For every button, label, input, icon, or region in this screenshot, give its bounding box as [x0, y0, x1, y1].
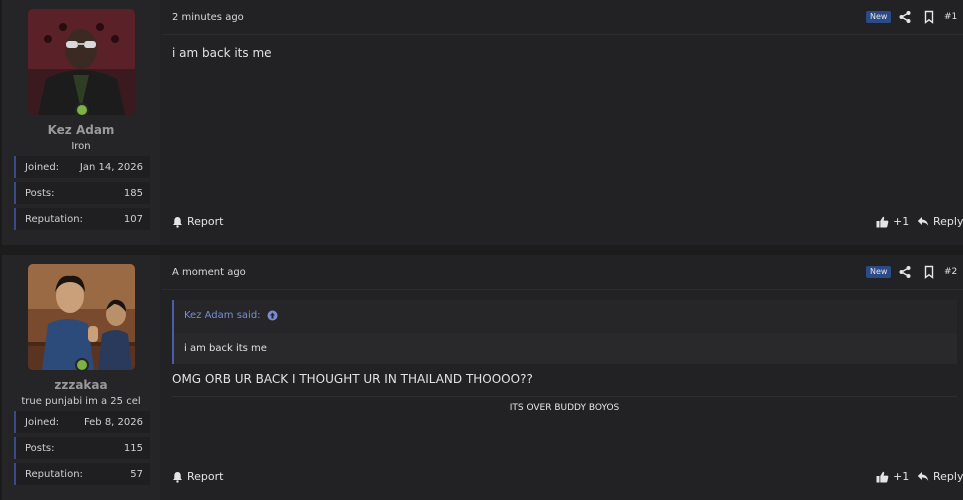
user-title: true punjabi im a 25 cel	[21, 396, 141, 407]
reply-icon	[917, 472, 929, 481]
post-body: OMG ORB UR BACK I THOUGHT UR IN THAILAND…	[172, 372, 533, 386]
arrow-up-circle-icon[interactable]	[267, 310, 278, 321]
centered-text: ITS OVER BUDDY BOYOS	[509, 403, 620, 413]
quote-body: i am back its me	[174, 333, 957, 364]
post-number[interactable]: #2	[944, 267, 957, 277]
stat-joined: Joined: Jan 14, 2026	[14, 156, 150, 178]
quote-text: i am back its me	[184, 343, 267, 354]
bookmark-icon[interactable]	[922, 10, 936, 24]
stat-label: Joined:	[25, 161, 60, 173]
like-count: +1	[893, 215, 910, 228]
stat-value: 185	[123, 187, 143, 199]
post-time[interactable]: A moment ago	[172, 267, 246, 278]
stat-reputation: Reputation: 107	[14, 208, 150, 230]
user-info: Kez Adam Iron Joined: Jan 14, 2026 Posts…	[2, 0, 160, 245]
post-time[interactable]: 2 minutes ago	[172, 12, 244, 23]
stat-posts: Posts: 185	[14, 182, 150, 204]
username[interactable]: zzzakaa	[2, 378, 160, 392]
reply-button[interactable]: Reply	[917, 470, 963, 483]
stat-label: Reputation:	[25, 213, 83, 225]
stat-value: Feb 8, 2026	[83, 416, 143, 428]
post-number[interactable]: #1	[944, 12, 957, 22]
bell-icon	[173, 471, 182, 483]
stat-value: 115	[123, 442, 143, 454]
post-body: i am back its me	[172, 46, 272, 60]
divider	[172, 396, 957, 397]
post-header: A moment ago New #2	[162, 255, 963, 290]
quote-block: Kez Adam said: i am back its me	[172, 300, 957, 364]
avatar[interactable]	[28, 264, 135, 370]
message-column: 2 minutes ago New #1 i am back its me Re…	[162, 0, 963, 245]
stat-value: 107	[123, 213, 143, 225]
stat-label: Posts:	[25, 187, 55, 199]
stat-label: Posts:	[25, 442, 55, 454]
new-badge: New	[866, 266, 892, 278]
post-2: zzzakaa true punjabi im a 25 cel Joined:…	[2, 255, 963, 500]
report-button[interactable]: Report	[172, 215, 223, 228]
report-label: Report	[187, 470, 224, 483]
reply-label: Reply	[933, 470, 963, 483]
post-1: Kez Adam Iron Joined: Jan 14, 2026 Posts…	[2, 0, 963, 245]
share-icon[interactable]	[898, 265, 912, 279]
message-column: A moment ago New #2 Kez Adam said: i am …	[162, 255, 963, 500]
new-badge: New	[866, 11, 892, 23]
like-button[interactable]: +1	[876, 470, 909, 483]
user-info: zzzakaa true punjabi im a 25 cel Joined:…	[2, 255, 160, 500]
bell-icon	[173, 216, 182, 228]
online-indicator	[75, 358, 89, 372]
post-header: 2 minutes ago New #1	[162, 0, 963, 35]
quote-author[interactable]: Kez Adam said:	[184, 310, 261, 321]
stat-value: 57	[130, 468, 143, 480]
stat-joined: Joined: Feb 8, 2026	[14, 411, 150, 433]
like-button[interactable]: +1	[876, 215, 909, 228]
report-label: Report	[187, 215, 224, 228]
share-icon[interactable]	[898, 10, 912, 24]
stat-reputation: Reputation: 57	[14, 463, 150, 485]
thumbs-up-icon	[876, 471, 889, 482]
bookmark-icon[interactable]	[922, 265, 936, 279]
stat-value: Jan 14, 2026	[79, 161, 143, 173]
online-indicator	[75, 103, 89, 117]
username[interactable]: Kez Adam	[2, 123, 160, 137]
report-button[interactable]: Report	[172, 470, 223, 483]
stat-label: Reputation:	[25, 468, 83, 480]
reply-label: Reply	[933, 215, 963, 228]
stat-label: Joined:	[25, 416, 60, 428]
reply-button[interactable]: Reply	[917, 215, 963, 228]
like-count: +1	[893, 470, 910, 483]
user-title: Iron	[71, 141, 91, 152]
reply-icon	[917, 217, 929, 226]
avatar[interactable]	[28, 9, 135, 115]
quote-header[interactable]: Kez Adam said:	[184, 310, 278, 321]
stat-posts: Posts: 115	[14, 437, 150, 459]
thumbs-up-icon	[876, 216, 889, 227]
